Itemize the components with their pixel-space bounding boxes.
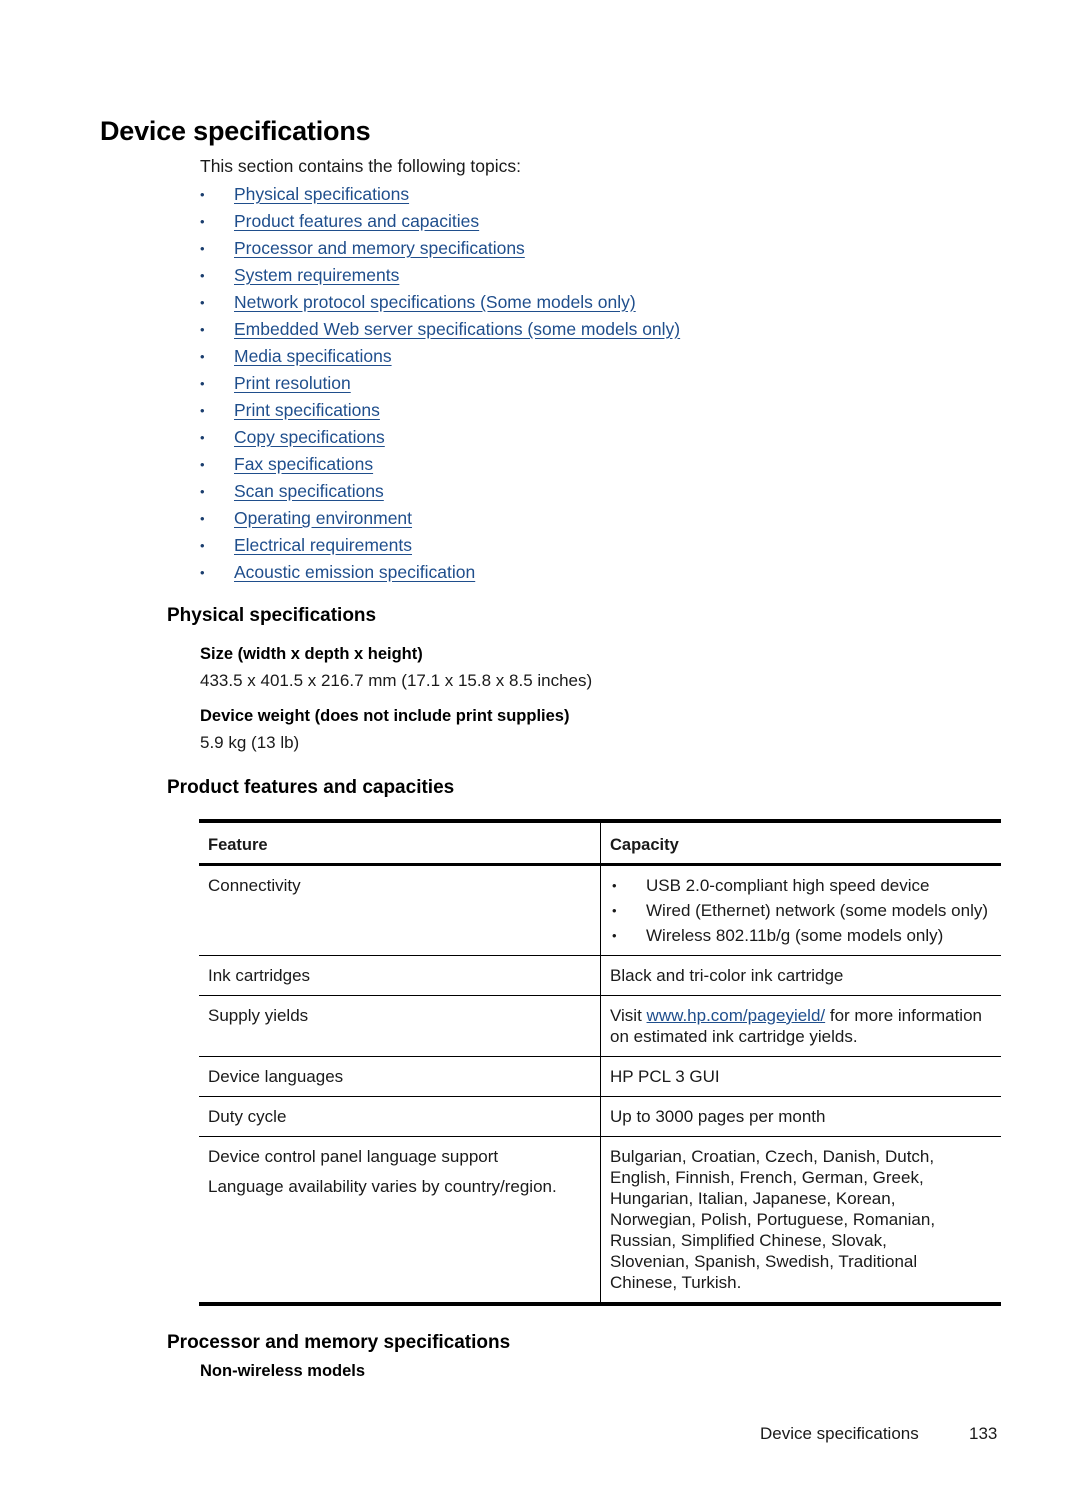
table-row: Supply yields Visit www.hp.com/pageyield… <box>199 995 1002 1057</box>
topic-link-electrical[interactable]: Electrical requirements <box>234 532 412 559</box>
feature-cell: Connectivity <box>199 864 601 956</box>
capacity-cell: Black and tri-color ink cartridge <box>610 966 844 985</box>
column-header-feature: Feature <box>199 821 601 865</box>
panel-feature: Device control panel language support <box>208 1147 499 1166</box>
bullet-icon: • <box>200 484 205 499</box>
topic-link-features[interactable]: Product features and capacities <box>234 208 479 235</box>
bullet-icon: • <box>200 322 205 337</box>
connectivity-list: • USB 2.0-compliant high speed device • Wi… <box>610 875 992 946</box>
bullet-icon: • <box>200 295 205 310</box>
processor-heading: Processor and memory specifications <box>167 1332 511 1353</box>
bullet-icon: • <box>200 430 205 445</box>
topic-item: • Electrical requirements <box>200 532 680 559</box>
topic-item: • Print specifications <box>200 397 680 424</box>
topic-link-processor[interactable]: Processor and memory specifications <box>234 235 525 262</box>
feature-cell: Device languages <box>199 1056 601 1097</box>
bullet-icon: • <box>200 214 205 229</box>
table-header-row: Feature Capacity <box>199 821 1001 865</box>
bullet-icon: • <box>200 268 205 283</box>
bullet-icon: • <box>200 349 205 364</box>
page-title: Device specifications <box>100 116 371 146</box>
feature-cell: Device control panel language support La… <box>199 1136 601 1304</box>
connectivity-item: USB 2.0-compliant high speed device <box>646 876 930 895</box>
bullet-icon: • <box>200 511 205 526</box>
feature-cell: Ink cartridges <box>199 955 601 996</box>
connectivity-item: Wireless 802.11b/g (some models only) <box>646 926 944 945</box>
topic-item: • Embedded Web server specifications (som… <box>200 316 680 343</box>
topic-link-scan[interactable]: Scan specifications <box>234 478 384 505</box>
table-row: Device languages HP PCL 3 GUI <box>199 1056 1001 1097</box>
capacity-cell: HP PCL 3 GUI <box>610 1067 720 1086</box>
capacity-cell: • USB 2.0-compliant high speed device • Wi… <box>601 865 1002 956</box>
column-header-capacity: Capacity <box>610 835 679 854</box>
topic-item: • Copy specifications <box>200 424 680 451</box>
topic-item: • Acoustic emission specification <box>200 559 680 586</box>
topic-link-network[interactable]: Network protocol specifications (Some mo… <box>234 289 636 316</box>
bullet-icon: • <box>200 457 205 472</box>
topic-link-system[interactable]: System requirements <box>234 262 399 289</box>
topic-item: • Physical specifications <box>200 181 680 208</box>
yields-prefix: Visit <box>610 1006 647 1025</box>
table-row: Ink cartridges Black and tri-color ink c… <box>199 955 1001 996</box>
topic-item: • Network protocol specifications (Some m… <box>200 289 680 316</box>
feature-cell: Duty cycle <box>199 1096 601 1137</box>
bullet-icon: • <box>200 241 205 256</box>
topic-link-media[interactable]: Media specifications <box>234 343 392 370</box>
topic-item: • Media specifications <box>200 343 680 370</box>
bullet-icon: • <box>612 878 617 893</box>
table-row: Device control panel language support La… <box>199 1136 1001 1304</box>
topic-item: • Processor and memory specifications <box>200 235 680 262</box>
bullet-icon: • <box>200 538 205 553</box>
connectivity-item: Wired (Ethernet) network (some models on… <box>646 901 989 920</box>
feature-cell: Supply yields <box>199 995 601 1057</box>
bullet-icon: • <box>200 376 205 391</box>
table-row: Connectivity • USB 2.0-compliant high spe… <box>199 864 1002 956</box>
topic-link-resolution[interactable]: Print resolution <box>234 370 351 397</box>
list-item: • Wireless 802.11b/g (some models only) <box>610 925 992 946</box>
list-item: • USB 2.0-compliant high speed device <box>610 875 992 896</box>
footer-section: Device specifications <box>760 1424 919 1443</box>
topic-link-ews[interactable]: Embedded Web server specifications (some… <box>234 316 680 343</box>
features-table: Feature Capacity Connectivity • USB 2.0-c… <box>199 819 1001 1306</box>
processor-subheading: Non-wireless models <box>200 1362 366 1380</box>
bullet-icon: • <box>612 928 617 943</box>
topic-item: • Print resolution <box>200 370 680 397</box>
topic-item: • Product features and capacities <box>200 208 680 235</box>
topic-item: • Operating environment <box>200 505 680 532</box>
size-label: Size (width x depth x height) <box>200 645 423 663</box>
pageyield-link[interactable]: www.hp.com/pageyield/ <box>647 1006 826 1025</box>
page-number: 133 <box>969 1424 998 1443</box>
bullet-icon: • <box>200 403 205 418</box>
topic-link-physical[interactable]: Physical specifications <box>234 181 409 208</box>
capacity-cell: Visit www.hp.com/pageyield/ for more inf… <box>601 996 1002 1057</box>
topic-item: • System requirements <box>200 262 680 289</box>
topic-link-environment[interactable]: Operating environment <box>234 505 412 532</box>
topic-list: • Physical specifications • Product featur… <box>200 181 680 586</box>
topic-link-fax[interactable]: Fax specifications <box>234 451 373 478</box>
bullet-icon: • <box>200 565 205 580</box>
capacity-cell: Bulgarian, Croatian, Czech, Danish, Dutc… <box>610 1147 936 1292</box>
bullet-icon: • <box>200 187 205 202</box>
topic-item: • Scan specifications <box>200 478 680 505</box>
list-item: • Wired (Ethernet) network (some models o… <box>610 900 992 921</box>
weight-value: 5.9 kg (13 lb) <box>200 733 300 752</box>
features-heading: Product features and capacities <box>167 777 455 798</box>
capacity-cell: Up to 3000 pages per month <box>610 1107 826 1126</box>
size-value: 433.5 x 401.5 x 216.7 mm (17.1 x 15.8 x … <box>200 671 593 690</box>
table-row: Duty cycle Up to 3000 pages per month <box>199 1096 1001 1137</box>
topic-link-copy[interactable]: Copy specifications <box>234 424 385 451</box>
physical-heading: Physical specifications <box>167 605 377 626</box>
intro-text: This section contains the following topi… <box>200 156 521 176</box>
panel-note: Language availability varies by country/… <box>208 1177 557 1196</box>
topic-item: • Fax specifications <box>200 451 680 478</box>
bullet-icon: • <box>612 903 617 918</box>
weight-label: Device weight (does not include print su… <box>200 707 570 725</box>
topic-link-print[interactable]: Print specifications <box>234 397 380 424</box>
topic-link-acoustic[interactable]: Acoustic emission specification <box>234 559 475 586</box>
